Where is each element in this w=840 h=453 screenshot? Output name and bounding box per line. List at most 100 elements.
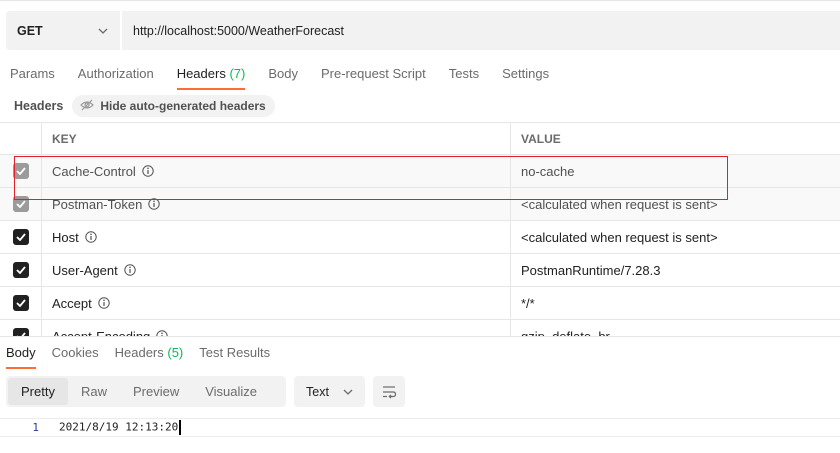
text-caret <box>179 420 182 435</box>
headers-table: KEY VALUE Cache-Control no-cache Postman… <box>0 122 840 336</box>
row-key-cell[interactable]: Host <box>42 221 511 253</box>
table-row: User-Agent PostmanRuntime/7.28.3 <box>0 254 840 287</box>
info-icon[interactable] <box>148 198 161 210</box>
wrap-lines-button[interactable] <box>373 376 405 407</box>
row-checkbox[interactable] <box>12 196 29 212</box>
method-label: GET <box>17 23 43 38</box>
chevron-down-icon <box>97 25 109 37</box>
tab-params[interactable]: Params <box>10 60 55 90</box>
row-key: Host <box>52 229 79 245</box>
response-tabs: Body Cookies Headers (5) Test Results <box>0 343 280 369</box>
row-checkbox[interactable] <box>12 229 29 245</box>
row-check-cell <box>0 188 42 220</box>
check-column-header <box>0 123 42 154</box>
response-tab-test-results[interactable]: Test Results <box>199 343 270 369</box>
eye-off-icon <box>80 99 95 114</box>
checkmark-icon <box>15 200 26 208</box>
row-key: Accept-Encoding <box>52 328 151 337</box>
checkmark-icon <box>15 266 26 274</box>
tab-headers[interactable]: Headers (7) <box>176 60 246 90</box>
tab-body[interactable]: Body <box>268 60 298 90</box>
wrap-lines-icon <box>383 385 397 398</box>
checkmark-icon <box>15 233 26 241</box>
headers-section-title: Headers <box>14 99 64 113</box>
row-check-cell <box>0 254 42 286</box>
row-key: User-Agent <box>52 262 118 278</box>
row-check-cell <box>0 287 42 319</box>
row-key-cell[interactable]: Cache-Control <box>42 155 511 187</box>
row-value-cell[interactable]: gzip, deflate, br <box>511 320 840 337</box>
table-row: Accept */* <box>0 287 840 320</box>
key-column-header: KEY <box>42 123 511 154</box>
response-tab-cookies[interactable]: Cookies <box>52 343 99 369</box>
response-divider <box>0 336 840 337</box>
view-pretty-button[interactable]: Pretty <box>8 378 68 405</box>
row-key-cell[interactable]: Postman-Token <box>42 188 511 220</box>
request-tabs: Params Authorization Headers (7) Body Pr… <box>0 60 562 92</box>
tab-count: (7) <box>229 66 246 81</box>
tab-label: Headers <box>114 345 164 360</box>
info-icon[interactable] <box>124 264 136 276</box>
tab-label: Params <box>10 66 55 81</box>
row-key: Accept <box>52 295 92 311</box>
table-row: Host <calculated when request is sent> <box>0 221 840 254</box>
info-icon[interactable] <box>85 231 97 243</box>
view-mode-group: Pretty Raw Preview Visualize <box>6 376 286 407</box>
table-header-row: KEY VALUE <box>0 122 840 155</box>
chevron-down-icon <box>342 386 354 398</box>
response-body-line: 2021/8/19 12:13:20 <box>59 420 179 434</box>
response-tab-headers[interactable]: Headers (5) <box>115 343 184 369</box>
row-key-cell[interactable]: Accept <box>42 287 511 319</box>
tab-label: Body <box>268 66 298 81</box>
row-check-cell <box>0 320 42 336</box>
format-select-label: Text <box>306 384 329 399</box>
checkmark-icon <box>15 299 26 307</box>
row-key-cell[interactable]: User-Agent <box>42 254 511 286</box>
table-row: Cache-Control no-cache <box>0 155 840 188</box>
line-number: 1 <box>32 421 39 434</box>
row-key: Cache-Control <box>52 163 136 179</box>
row-key-cell[interactable]: Accept-Encoding <box>42 320 511 336</box>
tab-pre-request-script[interactable]: Pre-request Script <box>321 60 426 90</box>
row-check-cell <box>0 155 42 187</box>
format-select[interactable]: Text <box>294 376 365 407</box>
url-input[interactable]: http://localhost:5000/WeatherForecast <box>122 11 840 50</box>
row-value-cell[interactable]: <calculated when request is sent> <box>511 188 840 220</box>
headers-toolbar: Headers Hide auto-generated headers <box>14 95 275 117</box>
row-value-cell[interactable]: PostmanRuntime/7.28.3 <box>511 254 840 286</box>
row-checkbox[interactable] <box>12 163 29 179</box>
checkmark-icon <box>15 167 26 175</box>
value-column-header: VALUE <box>521 131 561 146</box>
info-icon[interactable] <box>142 165 154 177</box>
info-icon[interactable] <box>98 297 110 309</box>
row-checkbox[interactable] <box>12 262 29 278</box>
response-body-text: 2021/8/19 12:13:20 <box>59 420 182 435</box>
view-raw-button[interactable]: Raw <box>68 378 120 405</box>
table-row: Postman-Token <calculated when request i… <box>0 188 840 221</box>
request-url-bar: GET http://localhost:5000/WeatherForecas… <box>6 11 840 50</box>
tab-tests[interactable]: Tests <box>449 60 479 90</box>
tab-label: Cookies <box>51 345 99 360</box>
view-preview-button[interactable]: Preview <box>120 378 192 405</box>
tab-label: Headers <box>176 66 226 81</box>
tab-label: Settings <box>502 66 550 81</box>
row-checkbox[interactable] <box>12 295 29 311</box>
row-checkbox[interactable] <box>12 328 29 336</box>
view-visualize-button[interactable]: Visualize <box>192 378 270 405</box>
hide-auto-generated-headers-button[interactable]: Hide auto-generated headers <box>72 95 275 117</box>
table-row: Accept-Encoding gzip, deflate, br <box>0 320 840 336</box>
response-body-editor[interactable]: 1 2021/8/19 12:13:20 <box>0 418 840 437</box>
row-value-cell[interactable]: <calculated when request is sent> <box>511 221 840 253</box>
tab-label: Pre-request Script <box>320 66 426 81</box>
tab-authorization[interactable]: Authorization <box>78 60 154 90</box>
tab-settings[interactable]: Settings <box>502 60 549 90</box>
method-select[interactable]: GET <box>6 11 122 50</box>
response-tab-body[interactable]: Body <box>6 343 36 369</box>
tab-label: Body <box>6 345 36 360</box>
row-key: Postman-Token <box>52 196 143 212</box>
row-check-cell <box>0 221 42 253</box>
tab-label: Test Results <box>199 345 271 360</box>
tab-label: Authorization <box>77 66 154 81</box>
row-value-cell[interactable]: */* <box>511 287 840 319</box>
row-value-cell[interactable]: no-cache <box>511 155 840 187</box>
